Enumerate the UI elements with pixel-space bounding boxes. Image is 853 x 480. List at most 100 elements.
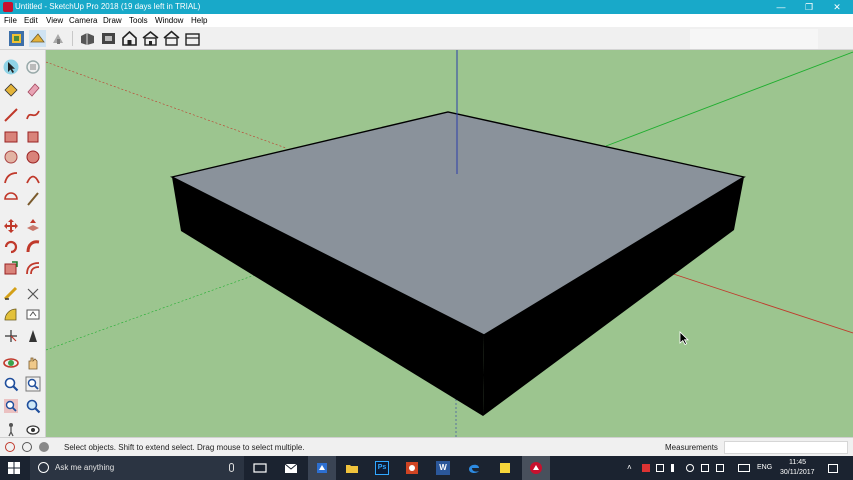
menu-edit[interactable]: Edit bbox=[24, 14, 38, 27]
word-icon[interactable]: W bbox=[436, 461, 450, 475]
two-point-arc-icon[interactable] bbox=[25, 170, 41, 186]
tray-app-icon[interactable] bbox=[642, 464, 650, 472]
edge-icon[interactable] bbox=[467, 461, 481, 475]
three-point-arc-icon[interactable] bbox=[25, 191, 41, 207]
arc-icon[interactable] bbox=[3, 170, 19, 186]
home-view-icon[interactable] bbox=[142, 30, 159, 47]
previous-view-icon[interactable] bbox=[25, 398, 41, 414]
menu-tools[interactable]: Tools bbox=[129, 14, 148, 27]
menu-window[interactable]: Window bbox=[155, 14, 183, 27]
polygon-icon[interactable] bbox=[25, 149, 41, 165]
offset-icon[interactable] bbox=[25, 260, 41, 276]
battery-icon[interactable] bbox=[701, 464, 709, 472]
mail-icon[interactable] bbox=[284, 461, 298, 475]
modeling-viewport[interactable] bbox=[46, 50, 853, 437]
pan-icon[interactable] bbox=[25, 355, 41, 371]
line-icon[interactable] bbox=[3, 107, 19, 123]
title-bar: Untitled - SketchUp Pro 2018 (19 days le… bbox=[0, 0, 853, 14]
paint-bucket-icon[interactable] bbox=[3, 81, 19, 97]
microphone-icon[interactable] bbox=[229, 463, 234, 472]
windows-taskbar: Ask me anything Ps W ˄ ENG 11:45 30/11/2… bbox=[0, 456, 853, 480]
tray-chevron-up-icon[interactable]: ˄ bbox=[627, 464, 635, 472]
axes-icon[interactable] bbox=[3, 328, 19, 344]
measurements-label: Measurements bbox=[665, 443, 718, 452]
orbit-icon[interactable] bbox=[3, 355, 19, 371]
iso-view-icon[interactable] bbox=[121, 30, 138, 47]
tape-measure-icon[interactable] bbox=[3, 286, 19, 302]
window-title: Untitled - SketchUp Pro 2018 (19 days le… bbox=[15, 2, 201, 11]
status-hint: Select objects. Shift to extend select. … bbox=[64, 443, 305, 452]
sketchup-app-icon bbox=[3, 2, 13, 12]
3d-text-icon[interactable] bbox=[25, 328, 41, 344]
sketchup-active-icon[interactable] bbox=[529, 461, 543, 475]
left-toolbar bbox=[0, 50, 46, 437]
circle-icon[interactable] bbox=[3, 149, 19, 165]
select-icon[interactable] bbox=[3, 59, 19, 75]
protractor-icon[interactable] bbox=[3, 307, 19, 323]
walk-icon[interactable] bbox=[3, 421, 19, 437]
action-center-icon[interactable] bbox=[828, 464, 838, 473]
red-axis-dashed bbox=[46, 61, 287, 149]
extension-warehouse-icon[interactable] bbox=[100, 30, 117, 47]
dimension-icon[interactable] bbox=[25, 286, 41, 302]
sketchup-taskbar-icon[interactable] bbox=[315, 461, 329, 475]
3d-warehouse-icon[interactable] bbox=[79, 30, 96, 47]
red-axis bbox=[645, 264, 853, 334]
keyboard-icon[interactable] bbox=[738, 464, 750, 472]
menu-view[interactable]: View bbox=[46, 14, 63, 27]
text-icon[interactable] bbox=[25, 307, 41, 323]
paint-icon[interactable] bbox=[29, 30, 46, 47]
photoshop-icon[interactable]: Ps bbox=[375, 461, 389, 475]
file-explorer-icon[interactable] bbox=[345, 461, 359, 475]
menu-help[interactable]: Help bbox=[191, 14, 207, 27]
toolbar-separator bbox=[72, 31, 73, 46]
move-icon[interactable] bbox=[3, 218, 19, 234]
rotated-rectangle-icon[interactable] bbox=[25, 129, 41, 145]
wifi-icon[interactable] bbox=[686, 464, 694, 472]
windows-start-icon[interactable] bbox=[8, 462, 20, 474]
close-button[interactable]: ✕ bbox=[823, 0, 851, 14]
component-icon[interactable] bbox=[25, 59, 41, 75]
geo-location-icon[interactable] bbox=[5, 442, 15, 452]
volume-icon[interactable] bbox=[671, 464, 679, 472]
push-pull-icon[interactable] bbox=[25, 218, 41, 234]
cortana-search-box[interactable]: Ask me anything bbox=[30, 456, 244, 480]
powerpoint-icon[interactable] bbox=[405, 461, 419, 475]
pie-icon[interactable] bbox=[3, 191, 19, 207]
sticky-notes-icon[interactable] bbox=[498, 461, 512, 475]
status-bar: Select objects. Shift to extend select. … bbox=[0, 437, 853, 456]
zoom-window-icon[interactable] bbox=[25, 376, 41, 392]
look-around-icon[interactable] bbox=[25, 421, 41, 437]
eraser-icon[interactable] bbox=[25, 81, 41, 97]
tray-network-icon[interactable] bbox=[656, 464, 664, 472]
search-placeholder: Ask me anything bbox=[55, 463, 115, 472]
restore-button[interactable]: ❐ bbox=[795, 0, 823, 14]
follow-me-icon[interactable] bbox=[25, 239, 41, 255]
zoom-extents-icon[interactable] bbox=[3, 398, 19, 414]
front-house-icon[interactable] bbox=[163, 30, 180, 47]
menu-bar: File Edit View Camera Draw Tools Window … bbox=[0, 14, 853, 27]
back-house-icon[interactable] bbox=[184, 30, 201, 47]
user-icon[interactable] bbox=[39, 442, 49, 452]
rotate-icon[interactable] bbox=[3, 239, 19, 255]
task-view-icon[interactable] bbox=[253, 461, 267, 475]
menu-file[interactable]: File bbox=[4, 14, 17, 27]
cortana-icon bbox=[38, 462, 49, 473]
tray-display-icon[interactable] bbox=[716, 464, 724, 472]
credits-icon[interactable] bbox=[22, 442, 32, 452]
clock-date[interactable]: 30/11/2017 bbox=[780, 469, 815, 476]
share-icon[interactable] bbox=[50, 30, 67, 47]
green-axis bbox=[605, 51, 853, 147]
freehand-icon[interactable] bbox=[25, 107, 41, 123]
language-indicator[interactable]: ENG bbox=[757, 464, 772, 471]
zoom-icon[interactable] bbox=[3, 376, 19, 392]
minimize-button[interactable]: — bbox=[767, 0, 795, 14]
menu-draw[interactable]: Draw bbox=[103, 14, 122, 27]
components-icon[interactable] bbox=[8, 30, 25, 47]
menu-camera[interactable]: Camera bbox=[69, 14, 97, 27]
scale-icon[interactable] bbox=[3, 260, 19, 276]
measurements-field[interactable] bbox=[724, 441, 848, 454]
clock-time[interactable]: 11:45 bbox=[789, 459, 806, 466]
rectangle-icon[interactable] bbox=[3, 129, 19, 145]
toolbar-blurred-area bbox=[690, 29, 818, 49]
